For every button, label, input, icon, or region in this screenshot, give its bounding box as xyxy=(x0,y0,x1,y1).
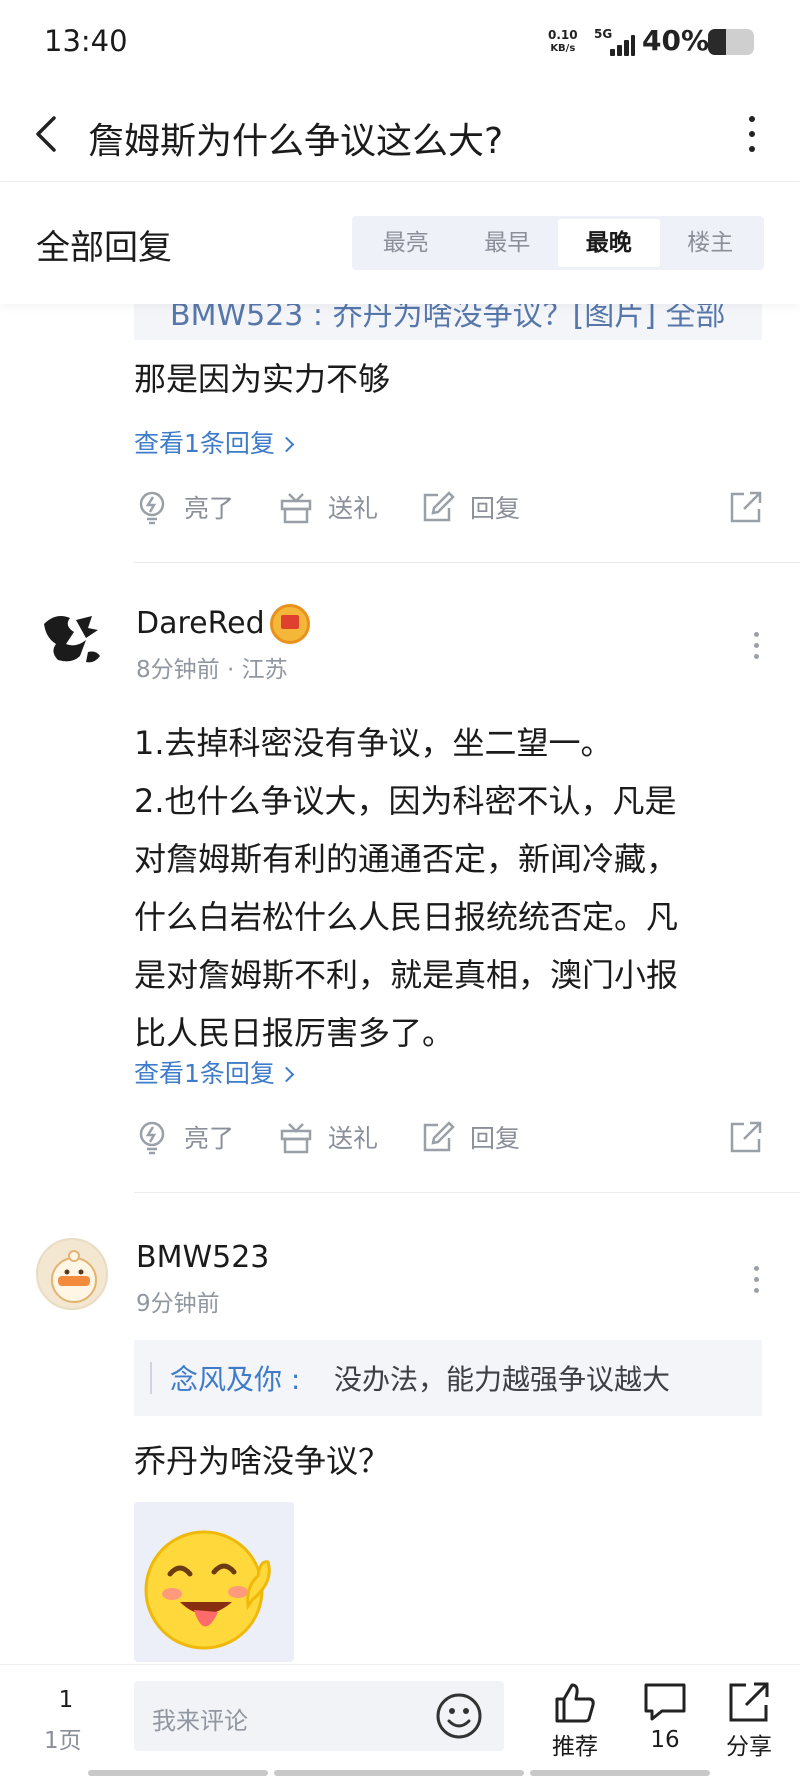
like-label: 亮了 xyxy=(184,494,235,523)
gift-button[interactable]: 送礼 xyxy=(278,482,378,532)
page-number[interactable]: 1 xyxy=(50,1687,82,1713)
signal-bars-icon xyxy=(604,34,635,56)
comment-meta: 9分钟前 xyxy=(136,1291,220,1317)
edit-icon xyxy=(423,491,455,522)
page-title: 詹姆斯为什么争议这么大? xyxy=(88,121,504,162)
cartoon-avatar-image xyxy=(51,1250,97,1303)
tab-op-only[interactable]: 楼主 xyxy=(660,219,762,267)
chevron-right-icon xyxy=(278,436,295,453)
comment-list: BMW523 : 乔丹为啥没争议？[图片] 全部 那是因为实力不够 查看1条回复… xyxy=(0,304,800,1664)
share-icon xyxy=(730,491,762,523)
battery-icon xyxy=(708,29,754,55)
comment-body: 那是因为实力不够 xyxy=(134,360,391,398)
emoji-icon[interactable] xyxy=(434,1691,484,1741)
username[interactable]: DareRed xyxy=(136,606,265,641)
comment-divider xyxy=(134,562,800,563)
like-button[interactable]: 亮了 xyxy=(134,482,234,532)
comment-bubble-icon xyxy=(644,1683,686,1721)
chevron-left-icon xyxy=(36,116,56,152)
home-indicator-segment xyxy=(530,1770,710,1776)
share-label: 分享 xyxy=(726,1734,772,1760)
chevron-right-icon xyxy=(278,1066,295,1083)
comment-body: 1.去掉科密没有争议，坐二望一。 2.也什么争议大，因为科密不认，凡是 对詹姆斯… xyxy=(134,714,754,1062)
gift-label: 送礼 xyxy=(328,494,379,523)
quoted-reply-partial[interactable]: BMW523 : 乔丹为啥没争议？[图片] 全部 xyxy=(134,304,762,340)
comment-meta: 8分钟前 · 江苏 xyxy=(136,657,288,683)
comments-button[interactable]: 16 xyxy=(630,1679,700,1753)
view-replies-label: 查看1条回复 xyxy=(134,1059,275,1088)
network-speed-value: 0.10 xyxy=(548,28,578,42)
comment-input-placeholder: 我来评论 xyxy=(152,1707,248,1735)
comment-body-line: 什么白岩松什么人民日报统统否定。凡 xyxy=(134,898,679,936)
quoted-username[interactable]: 念风及你 : xyxy=(170,1358,300,1398)
view-replies-label: 查看1条回复 xyxy=(134,429,275,458)
reply-label: 回复 xyxy=(470,1124,521,1153)
username[interactable]: BMW523 xyxy=(136,1240,269,1275)
quote-bar xyxy=(150,1362,152,1394)
reply-button[interactable]: 回复 xyxy=(420,482,520,532)
share-comment-button[interactable] xyxy=(728,1112,764,1162)
quoted-text: 没办法，能力越强争议越大 xyxy=(334,1363,671,1396)
comment-more-button[interactable] xyxy=(746,1260,766,1300)
sticker-image[interactable] xyxy=(134,1502,294,1662)
page-count-label[interactable]: 1页 xyxy=(44,1721,82,1755)
like-label: 亮了 xyxy=(184,1124,235,1153)
all-replies-label: 全部回复 xyxy=(36,228,172,268)
comment-body-line: 2.也什么争议大，因为科密不认，凡是 xyxy=(134,782,677,820)
user-badge-icon xyxy=(270,604,310,644)
comment-divider xyxy=(134,1192,800,1193)
network-speed-unit: KB/s xyxy=(550,43,576,54)
share-icon xyxy=(730,1121,762,1153)
share-comment-button[interactable] xyxy=(728,482,764,532)
comment-body-line: 是对詹姆斯不利，就是真相，澳门小报 xyxy=(134,956,679,994)
comment-body-line: 1.去掉科密没有争议，坐二望一。 xyxy=(134,724,613,762)
comment-body-line: 对詹姆斯有利的通通否定，新闻冷藏， xyxy=(134,840,679,878)
bottom-bar: 1 1页 我来评论 推荐 16 分享 xyxy=(0,1664,800,1778)
comment-input[interactable]: 我来评论 xyxy=(134,1681,504,1751)
reply-filter-header: 全部回复 最亮 最早 最晚 楼主 xyxy=(0,182,800,304)
top-nav-bar: 詹姆斯为什么争议这么大? xyxy=(0,86,800,182)
comment-more-button[interactable] xyxy=(746,626,766,666)
tab-latest[interactable]: 最晚 xyxy=(558,219,660,267)
thumbs-up-icon xyxy=(555,1683,595,1723)
home-indicator-segment xyxy=(88,1770,268,1776)
more-options-button[interactable] xyxy=(736,106,768,162)
back-button[interactable] xyxy=(28,110,68,158)
quoted-reply-text: BMW523 : 乔丹为啥没争议？[图片] 全部 xyxy=(170,304,726,333)
recommend-button[interactable]: 推荐 xyxy=(540,1679,610,1761)
tab-earliest[interactable]: 最早 xyxy=(457,219,559,267)
lightbulb-icon xyxy=(139,1121,165,1155)
calligraphy-avatar-image xyxy=(44,616,100,663)
reply-label: 回复 xyxy=(470,494,521,523)
gift-icon xyxy=(280,493,312,524)
gift-label: 送礼 xyxy=(328,1124,379,1153)
status-time: 13:40 xyxy=(44,24,128,58)
laughing-emoji-sticker-icon xyxy=(134,1502,294,1662)
recommend-label: 推荐 xyxy=(552,1734,598,1760)
comment-actions: 亮了 送礼 回复 xyxy=(134,1112,764,1162)
comment-body: 乔丹为啥没争议？ xyxy=(134,1442,391,1480)
like-button[interactable]: 亮了 xyxy=(134,1112,234,1162)
quoted-reply[interactable]: 念风及你 : 没办法，能力越强争议越大 xyxy=(134,1340,762,1416)
share-icon xyxy=(729,1682,769,1722)
sort-tabs: 最亮 最早 最晚 楼主 xyxy=(352,216,764,270)
gift-icon xyxy=(280,1123,312,1154)
tab-brightest[interactable]: 最亮 xyxy=(355,219,457,267)
gift-button[interactable]: 送礼 xyxy=(278,1112,378,1162)
avatar[interactable] xyxy=(36,1238,108,1310)
edit-icon xyxy=(423,1121,455,1152)
comment-actions: 亮了 送礼 回复 xyxy=(134,482,764,532)
home-indicator-segment xyxy=(274,1770,524,1776)
lightbulb-icon xyxy=(139,491,165,525)
status-bar: 13:40 0.10 KB/s 5G 40% xyxy=(0,0,800,86)
comment-count: 16 xyxy=(650,1727,680,1753)
network-speed: 0.10 KB/s xyxy=(548,28,578,56)
reply-button[interactable]: 回复 xyxy=(420,1112,520,1162)
battery-percent: 40% xyxy=(642,24,710,57)
view-replies-link[interactable]: 查看1条回复 xyxy=(134,424,295,460)
share-button[interactable]: 分享 xyxy=(714,1679,784,1761)
avatar[interactable] xyxy=(36,604,108,676)
view-replies-link[interactable]: 查看1条回复 xyxy=(134,1054,295,1090)
